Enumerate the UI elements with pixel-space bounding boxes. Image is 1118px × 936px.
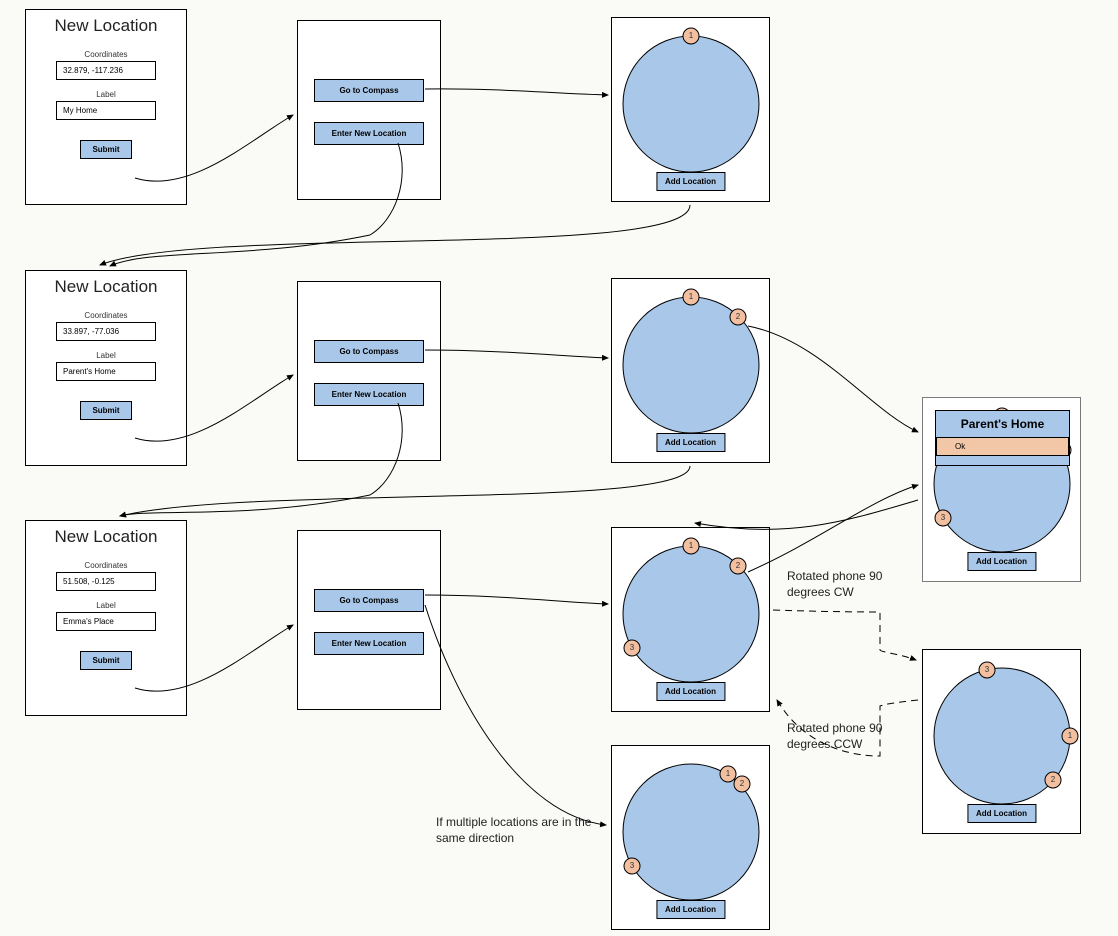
compass-svg: 3 1 2: [923, 650, 1082, 810]
add-location-button[interactable]: Add Location: [656, 172, 725, 191]
enter-new-location-button[interactable]: Enter New Location: [314, 632, 424, 655]
marker-3: 3: [630, 861, 635, 870]
form-panel-1: New Location Coordinates 32.879, -117.23…: [25, 9, 187, 205]
label-input[interactable]: My Home: [56, 101, 156, 120]
menu-panel-2: Go to Compass Enter New Location: [297, 281, 441, 461]
marker-2: 2: [736, 561, 741, 570]
compass-panel-clustered: 1 2 3 Add Location: [611, 745, 770, 930]
add-location-button[interactable]: Add Location: [967, 804, 1036, 823]
compass-svg: 1 2: [612, 279, 771, 439]
go-to-compass-button[interactable]: Go to Compass: [314, 589, 424, 612]
menu-panel-3: Go to Compass Enter New Location: [297, 530, 441, 710]
marker-1: 1: [689, 31, 694, 40]
enter-new-location-button[interactable]: Enter New Location: [314, 122, 424, 145]
label-input[interactable]: Emma's Place: [56, 612, 156, 631]
coord-label: Coordinates: [26, 311, 186, 320]
annotation-same-direction: If multiple locations are in the same di…: [436, 814, 596, 846]
compass-svg: 1: [612, 18, 771, 178]
marker-3: 3: [630, 643, 635, 652]
label-input[interactable]: Parent's Home: [56, 362, 156, 381]
label-label: Label: [26, 90, 186, 99]
compass-panel-rotated: 3 1 2 Add Location: [922, 649, 1081, 834]
compass-panel-popup: 1 2 3 Add Location Parent's Home Ok: [922, 397, 1081, 582]
marker-1: 1: [689, 292, 694, 301]
coord-label: Coordinates: [26, 561, 186, 570]
enter-new-location-button[interactable]: Enter New Location: [314, 383, 424, 406]
form-title: New Location: [26, 16, 186, 36]
marker-1: 1: [689, 541, 694, 550]
go-to-compass-button[interactable]: Go to Compass: [314, 340, 424, 363]
annotation-rotate-ccw: Rotated phone 90 degrees CCW: [787, 720, 907, 752]
submit-button[interactable]: Submit: [80, 140, 132, 159]
marker-1: 1: [726, 769, 731, 778]
label-label: Label: [26, 351, 186, 360]
submit-button[interactable]: Submit: [80, 651, 132, 670]
marker-3: 3: [985, 665, 990, 674]
marker-2: 2: [740, 779, 745, 788]
marker-3: 3: [941, 513, 946, 522]
add-location-button[interactable]: Add Location: [656, 900, 725, 919]
add-location-button[interactable]: Add Location: [656, 433, 725, 452]
coord-label: Coordinates: [26, 50, 186, 59]
annotation-rotate-cw: Rotated phone 90 degrees CW: [787, 568, 907, 600]
coord-input[interactable]: 32.879, -117.236: [56, 61, 156, 80]
form-title: New Location: [26, 527, 186, 547]
popup-title: Parent's Home: [936, 417, 1069, 431]
add-location-button[interactable]: Add Location: [656, 682, 725, 701]
form-panel-2: New Location Coordinates 33.897, -77.036…: [25, 270, 187, 466]
form-panel-3: New Location Coordinates 51.508, -0.125 …: [25, 520, 187, 716]
marker-detail-popup: Parent's Home Ok: [935, 410, 1070, 466]
compass-panel-1: 1 Add Location: [611, 17, 770, 202]
form-title: New Location: [26, 277, 186, 297]
marker-1: 1: [1068, 731, 1073, 740]
submit-button[interactable]: Submit: [80, 401, 132, 420]
label-label: Label: [26, 601, 186, 610]
compass-panel-2: 1 2 Add Location: [611, 278, 770, 463]
add-location-button[interactable]: Add Location: [967, 552, 1036, 571]
marker-2: 2: [736, 312, 741, 321]
coord-input[interactable]: 51.508, -0.125: [56, 572, 156, 591]
compass-panel-3: 1 2 3 Add Location: [611, 527, 770, 712]
compass-svg: 1 2 3: [612, 528, 771, 688]
go-to-compass-button[interactable]: Go to Compass: [314, 79, 424, 102]
compass-svg: 1 2 3: [612, 746, 771, 906]
marker-2: 2: [1051, 775, 1056, 784]
menu-panel-1: Go to Compass Enter New Location: [297, 20, 441, 200]
popup-ok-button[interactable]: Ok: [936, 437, 1069, 456]
coord-input[interactable]: 33.897, -77.036: [56, 322, 156, 341]
